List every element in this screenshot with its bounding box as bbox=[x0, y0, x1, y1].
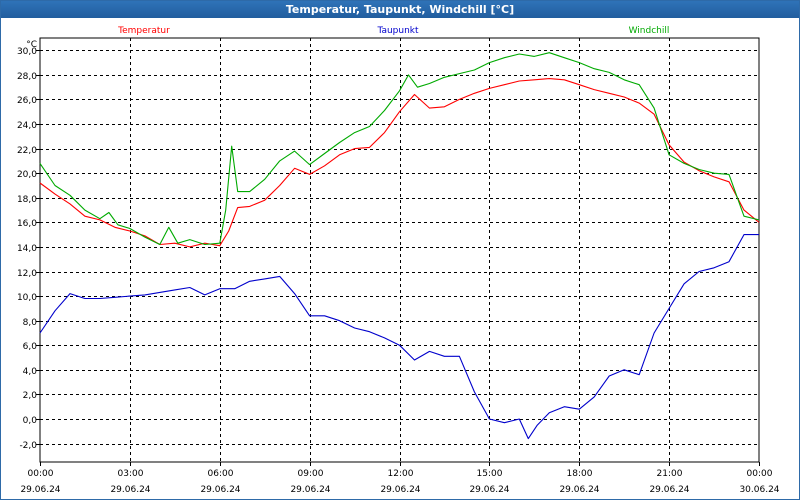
y-tick-label: 4,0 bbox=[23, 367, 38, 377]
y-tick-label: 24,0 bbox=[17, 121, 37, 131]
x-tick-date: 29.06.24 bbox=[380, 485, 420, 495]
y-tick-label: 8,0 bbox=[23, 318, 38, 328]
y-tick-label: -2,0 bbox=[19, 441, 37, 451]
y-tick-label: 22,0 bbox=[17, 146, 37, 156]
x-tick-time: 18:00 bbox=[567, 469, 593, 479]
y-tick-label: 30,0 bbox=[17, 47, 37, 57]
legend-entry-taupunkt: Taupunkt bbox=[376, 26, 419, 36]
series-line-windchill bbox=[39, 52, 760, 246]
legend: Temperatur Taupunkt Windchill bbox=[117, 26, 669, 36]
y-tick-label: 20,0 bbox=[17, 170, 37, 180]
x-axis: 00:00 29.06.24 03:00 29.06.24 06:00 29.06.24 0… bbox=[20, 462, 780, 495]
x-tick-time: 15:00 bbox=[477, 469, 503, 479]
x-tick-date: 29.06.24 bbox=[290, 485, 330, 495]
x-tick-time: 12:00 bbox=[388, 469, 414, 479]
y-tick-label: 14,0 bbox=[17, 244, 37, 254]
x-tick-date: 29.06.24 bbox=[469, 485, 509, 495]
x-tick-time: 06:00 bbox=[208, 469, 234, 479]
series-lines bbox=[39, 52, 760, 440]
x-tick-time: 09:00 bbox=[298, 469, 324, 479]
y-tick-label: 12,0 bbox=[17, 269, 37, 279]
y-tick-label: 28,0 bbox=[17, 72, 37, 82]
y-tick-label: 6,0 bbox=[23, 342, 38, 352]
x-tick-date: 30.06.24 bbox=[739, 485, 779, 495]
x-tick-date: 29.06.24 bbox=[200, 485, 240, 495]
x-tick-time: 21:00 bbox=[657, 469, 683, 479]
legend-entry-windchill: Windchill bbox=[629, 26, 670, 36]
x-tick-time: 00:00 bbox=[747, 469, 773, 479]
x-tick-date: 29.06.24 bbox=[20, 485, 60, 495]
grid-lines bbox=[39, 37, 760, 463]
legend-entry-temperatur: Temperatur bbox=[117, 26, 170, 36]
y-axis: °C30,028,026,024,022,020,018,016,014,012… bbox=[17, 40, 40, 451]
x-tick-date: 29.06.24 bbox=[559, 485, 599, 495]
plot-border bbox=[39, 37, 760, 463]
x-tick-time: 00:00 bbox=[28, 469, 54, 479]
y-tick-label: 2,0 bbox=[23, 391, 38, 401]
x-tick-time: 03:00 bbox=[118, 469, 144, 479]
x-tick-date: 29.06.24 bbox=[110, 485, 150, 495]
line-chart: °C30,028,026,024,022,020,018,016,014,012… bbox=[17, 26, 780, 495]
y-tick-label: 18,0 bbox=[17, 195, 37, 205]
y-tick-label: 16,0 bbox=[17, 219, 37, 229]
y-tick-label: 26,0 bbox=[17, 96, 37, 106]
x-tick-date: 29.06.24 bbox=[649, 485, 689, 495]
series-line-taupunkt bbox=[39, 234, 759, 440]
y-tick-label: 0,0 bbox=[23, 416, 38, 426]
y-tick-label: 10,0 bbox=[17, 293, 37, 303]
